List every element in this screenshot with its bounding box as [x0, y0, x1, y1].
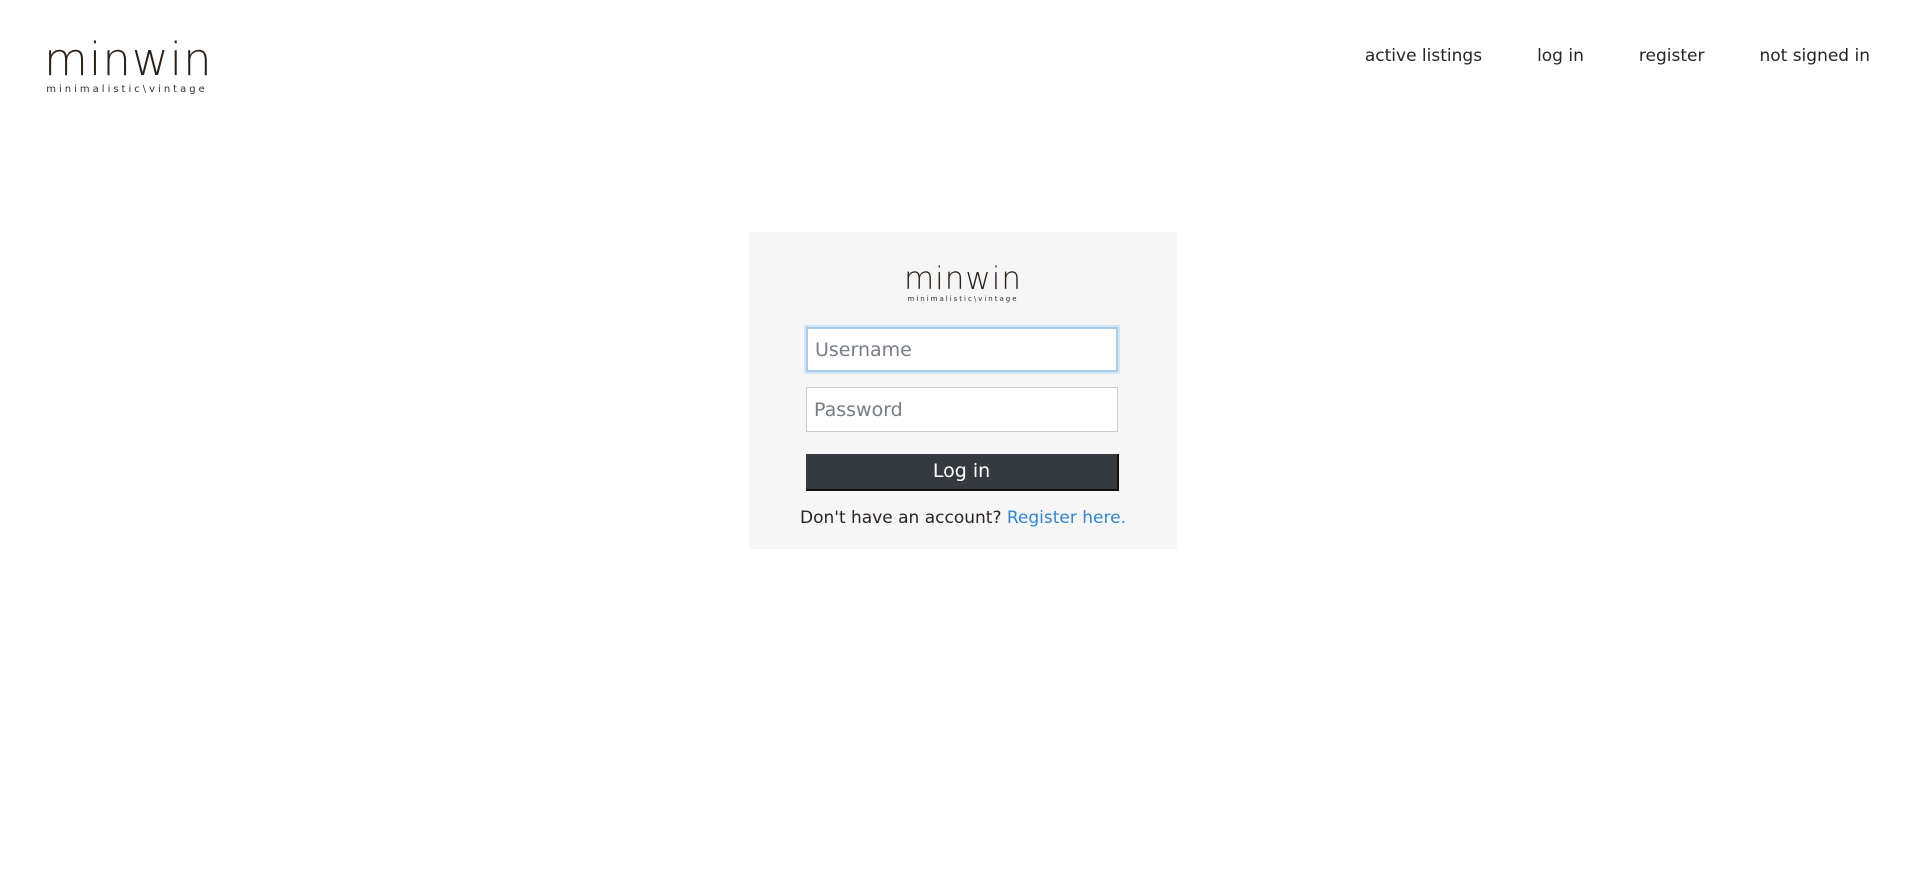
register-prompt-text: Don't have an account? [800, 508, 1007, 528]
card-logo: minwin minimalistic\vintage [749, 263, 1177, 304]
nav-active-listings[interactable]: active listings [1365, 44, 1482, 68]
password-input[interactable] [806, 387, 1118, 432]
logo-wordmark: minwin [44, 33, 213, 86]
register-link[interactable]: Register here. [1007, 508, 1126, 528]
site-header: minwin minimalistic\vintage active listi… [0, 0, 1911, 110]
login-card: minwin minimalistic\vintage Log in Don't… [749, 232, 1177, 549]
nav-log-in[interactable]: log in [1537, 44, 1584, 68]
register-prompt-line: Don't have an account? Register here. [749, 506, 1177, 530]
username-input[interactable] [806, 327, 1118, 372]
main-nav: active listings log in register not sign… [1365, 44, 1870, 68]
nav-signin-status[interactable]: not signed in [1759, 44, 1870, 68]
nav-register[interactable]: register [1639, 44, 1705, 68]
site-logo[interactable]: minwin minimalistic\vintage [44, 33, 213, 96]
log-in-button[interactable]: Log in [806, 454, 1119, 491]
card-logo-wordmark: minwin [903, 261, 1023, 297]
logo-tagline: minimalistic\vintage [46, 84, 208, 95]
card-logo-tagline: minimalistic\vintage [907, 295, 1019, 303]
